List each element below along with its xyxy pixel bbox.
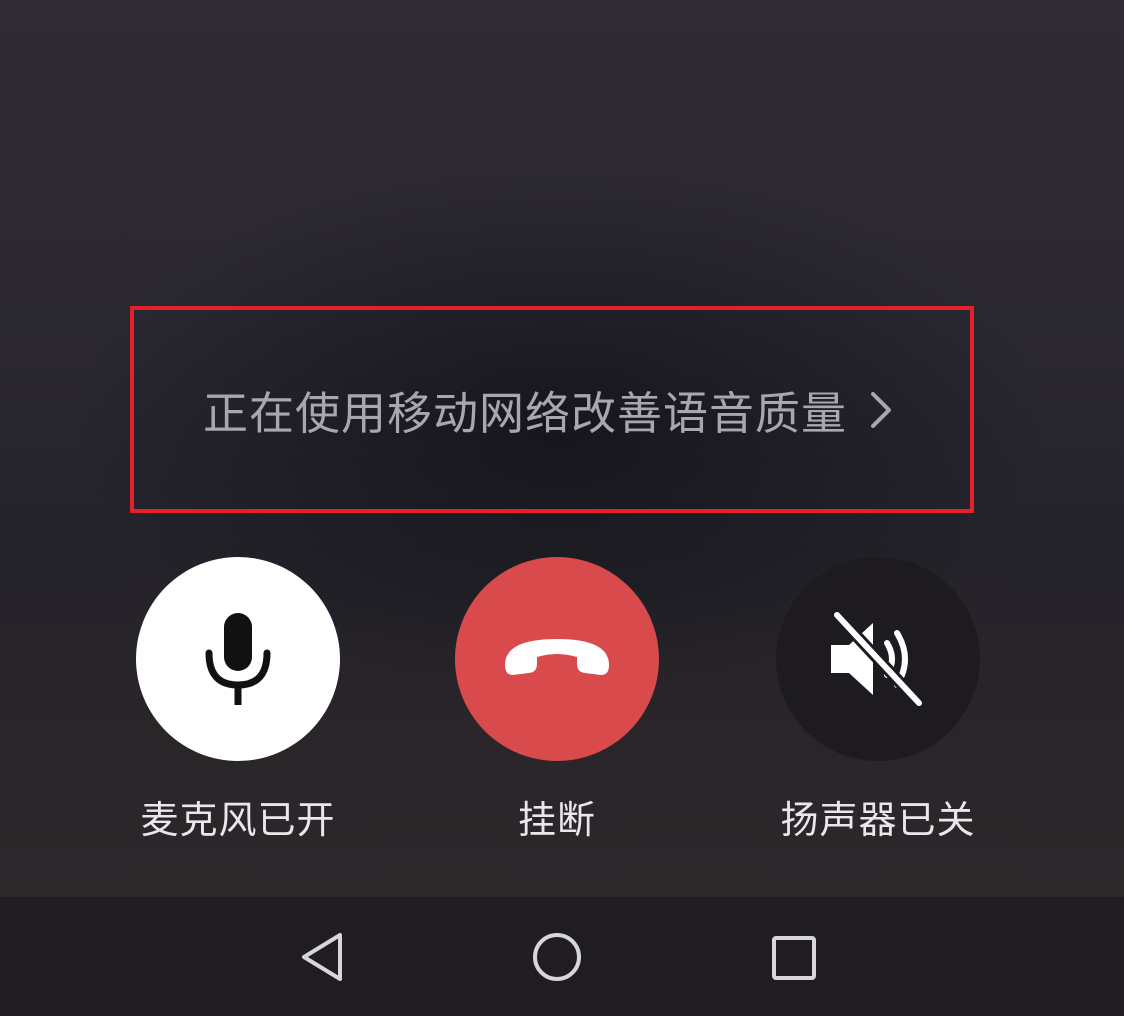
navigation-bar [0,897,1124,1016]
speaker-muted-icon [831,609,925,709]
speaker-control: 扬声器已关 [776,557,980,844]
recents-button[interactable] [761,925,825,989]
hangup-label: 挂断 [517,798,596,842]
speaker-label: 扬声器已关 [780,798,976,842]
call-controls: 麦克风已开 挂断 扬声器已关 [0,557,1124,842]
chevron-right-icon [861,386,901,434]
hangup-control: 挂断 [455,557,659,844]
home-button[interactable] [525,925,589,989]
mobile-network-voice-notice[interactable]: 正在使用移动网络改善语音质量 [130,306,974,513]
recents-square-icon [772,936,816,980]
speaker-button[interactable] [776,557,980,761]
phone-hangup-icon [505,639,609,675]
back-triangle-icon [302,933,342,981]
microphone-label: 麦克风已开 [140,798,336,842]
hangup-button[interactable] [455,557,659,761]
microphone-control: 麦克风已开 [136,557,340,844]
home-circle-icon [533,933,581,981]
back-button[interactable] [290,925,354,989]
notice-text: 正在使用移动网络改善语音质量 [202,387,847,440]
microphone-button[interactable] [136,557,340,761]
microphone-icon [205,613,271,705]
